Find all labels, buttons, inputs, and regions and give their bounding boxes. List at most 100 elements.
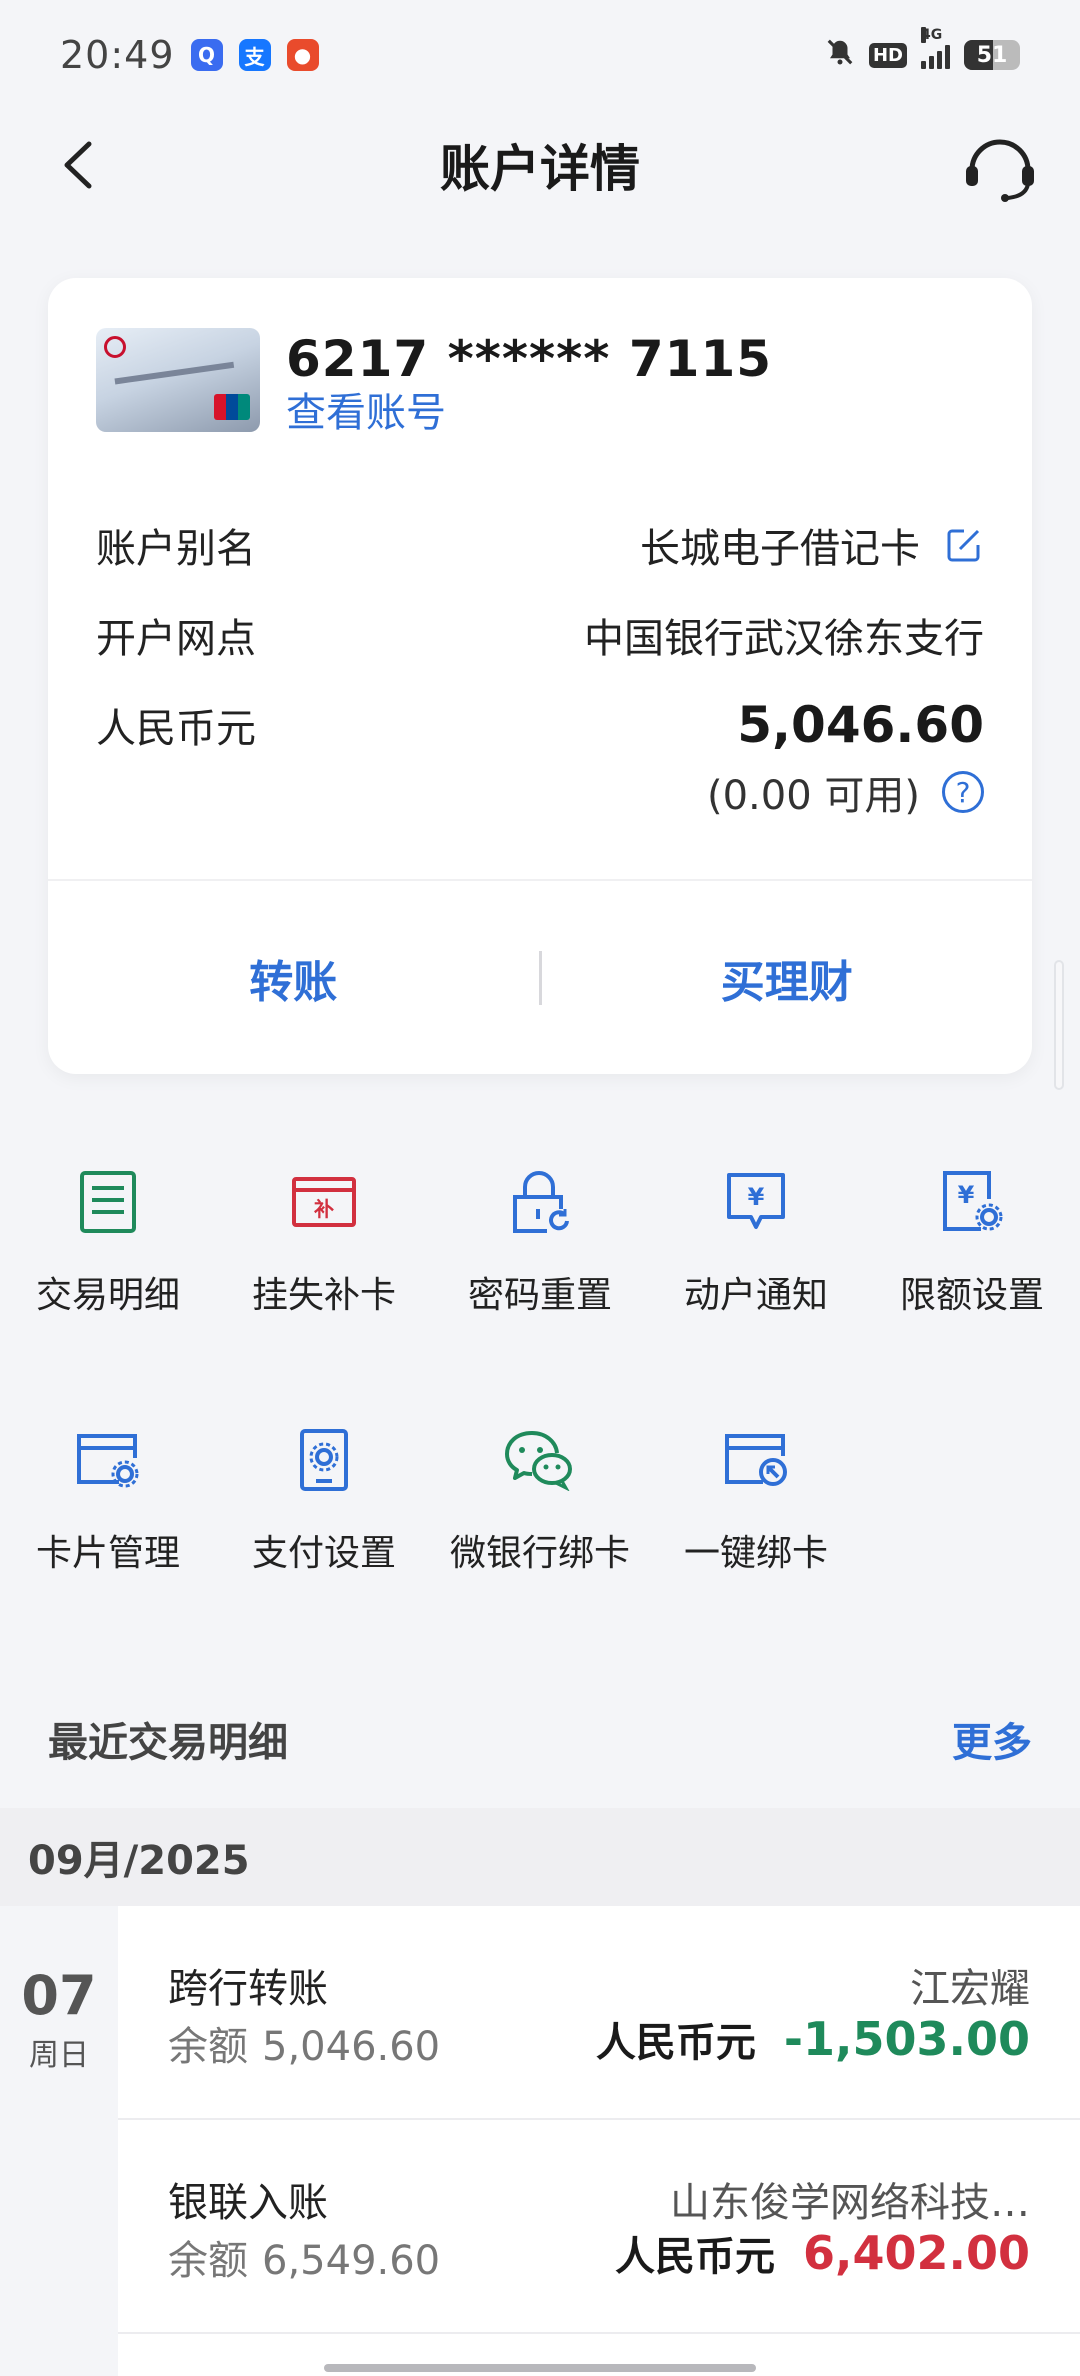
view-account-number-link[interactable]: 查看账号 [286,380,446,438]
month-bar: 09月/2025 [0,1808,1080,1906]
func-card-manage[interactable]: 卡片管理 [0,1424,216,1576]
transaction-amount: -1,503.00 [783,2012,1030,2066]
balance-value: 5,046.60 [262,2024,441,2070]
account-card-info: 6217 ****** 7115 查看账号 账户别名 长城电子借记卡 开户网点 … [48,278,1032,881]
alias-label: 账户别名 [96,526,256,572]
mute-bell-icon [825,37,855,74]
hd-badge: HD [868,42,907,68]
func-account-notice[interactable]: ¥ 动户通知 [648,1166,864,1318]
edit-icon[interactable] [944,525,984,565]
battery-icon: 51 [964,40,1020,70]
func-label: 限额设置 [899,1275,1044,1316]
transaction-party: 江宏耀 [910,1966,1030,2012]
back-arrow-icon [64,141,92,189]
transaction-currency: 人民币元 [595,2020,756,2066]
report-loss-icon: 补 [288,1166,360,1238]
buy-wealth-button[interactable]: 买理财 [542,946,1033,1010]
password-reset-icon [504,1166,576,1238]
transaction-currency: 人民币元 [615,2234,775,2280]
branch-row: 开户网点 中国银行武汉徐东支行 [96,606,984,664]
search-app-icon: Q [190,39,223,71]
balance-amount: 5,046.60 [737,696,984,754]
alias-value-group: 长城电子借记卡 [640,516,984,574]
transaction-amount-line: 人民币元 -1,503.00 [596,2010,1030,2068]
alipay-icon: 支 [238,39,271,71]
transaction-party: 山东俊学网络科技… [670,2180,1030,2226]
transaction-amount: 6,402.00 [803,2226,1030,2280]
func-quick-bind[interactable]: 一键绑卡 [648,1424,864,1576]
func-label: 动户通知 [683,1275,828,1316]
func-wechat-bind[interactable]: 微银行绑卡 [432,1424,648,1576]
payment-settings-icon [288,1424,360,1496]
func-label: 挂失补卡 [251,1275,396,1316]
transaction-balance: 余额 6,549.60 [168,2228,440,2286]
red-app-icon: ● [286,39,319,71]
account-notice-icon: ¥ [720,1166,792,1238]
func-payment-settings[interactable]: 支付设置 [216,1424,432,1576]
headset-icon [966,139,1034,202]
svg-text:补: 补 [313,1197,334,1221]
bank-card-image [96,328,260,432]
quick-bind-icon [720,1424,792,1496]
transaction-balance: 余额 5,046.60 [168,2014,440,2072]
balance-label: 余额 [168,2238,248,2284]
date-weekday: 周日 [29,2038,89,2073]
customer-service-button[interactable] [960,128,1040,208]
func-label: 支付设置 [251,1533,396,1574]
back-button[interactable] [48,132,108,198]
transaction-detail-icon [72,1166,144,1238]
func-label: 微银行绑卡 [449,1533,630,1574]
transaction-name: 银联入账 [168,2180,328,2226]
balance-label: 余额 [168,2024,248,2070]
limit-settings-icon: ¥ [936,1166,1008,1238]
func-label: 密码重置 [467,1275,612,1316]
transfer-button[interactable]: 转账 [48,946,539,1010]
transaction-name: 跨行转账 [168,1966,328,2012]
func-password-reset[interactable]: 密码重置 [432,1166,648,1318]
currency-label: 人民币元 [96,706,256,752]
header: 账户详情 [0,110,1080,220]
func-report-loss[interactable]: 补 挂失补卡 [216,1166,432,1318]
available-amount: (0.00 可用) [707,773,920,819]
transaction-row[interactable]: 银联入账 余额 6,549.60 山东俊学网络科技… 人民币元 6,402.00 [118,2120,1080,2334]
func-label: 交易明细 [35,1275,180,1316]
network-type: 4G [921,27,943,43]
card-manage-icon [72,1424,144,1496]
date-day: 07 [21,1964,97,2027]
card-actions: 转账 买理财 [48,881,1032,1074]
available-row: (0.00 可用) ? [707,763,984,821]
bank-logo-icon [104,336,126,358]
recent-header: 最近交易明细 更多 [48,1710,1032,1768]
func-label: 卡片管理 [35,1533,180,1574]
svg-text:¥: ¥ [958,1181,975,1209]
transaction-amount-line: 人民币元 6,402.00 [615,2224,1030,2282]
branch-value: 中国银行武汉徐东支行 [584,616,984,662]
balance-value: 6,549.60 [262,2238,441,2284]
transaction-list: 07 周日 跨行转账 余额 5,046.60 江宏耀 人民币元 -1,503.00… [0,1906,1080,2376]
func-transaction-detail[interactable]: 交易明细 [0,1166,216,1318]
alias-value: 长城电子借记卡 [640,526,920,572]
func-limit-settings[interactable]: ¥ 限额设置 [864,1166,1080,1318]
battery-level: 51 [976,42,1008,68]
page-title: 账户详情 [440,140,640,198]
branch-label: 开户网点 [96,616,256,662]
alias-row: 账户别名 长城电子借记卡 [96,516,984,574]
recent-title: 最近交易明细 [48,1720,288,1766]
transaction-row[interactable]: 跨行转账 余额 5,046.60 江宏耀 人民币元 -1,503.00 [118,1906,1080,2120]
wechat-bind-icon [504,1424,576,1496]
svg-text:¥: ¥ [748,1183,765,1211]
scroll-indicator [1054,960,1064,1090]
date-column: 07 周日 [0,1906,118,2376]
status-right: HD 4G 51 [825,27,1020,74]
account-card: 6217 ****** 7115 查看账号 账户别名 长城电子借记卡 开户网点 … [48,278,1032,1074]
more-link[interactable]: 更多 [952,1710,1032,1768]
status-bar: 20:49 Q 支 ● HD 4G 51 [0,0,1080,110]
signal-icon: 4G [921,27,950,69]
func-label: 一键绑卡 [683,1533,828,1574]
balance-row: 人民币元 5,046.60 [96,696,984,754]
status-time: 20:49 [60,33,175,77]
status-left: 20:49 Q 支 ● [60,33,319,77]
unionpay-logo-icon [214,394,250,420]
home-indicator[interactable] [324,2364,756,2372]
help-icon[interactable]: ? [942,771,984,813]
